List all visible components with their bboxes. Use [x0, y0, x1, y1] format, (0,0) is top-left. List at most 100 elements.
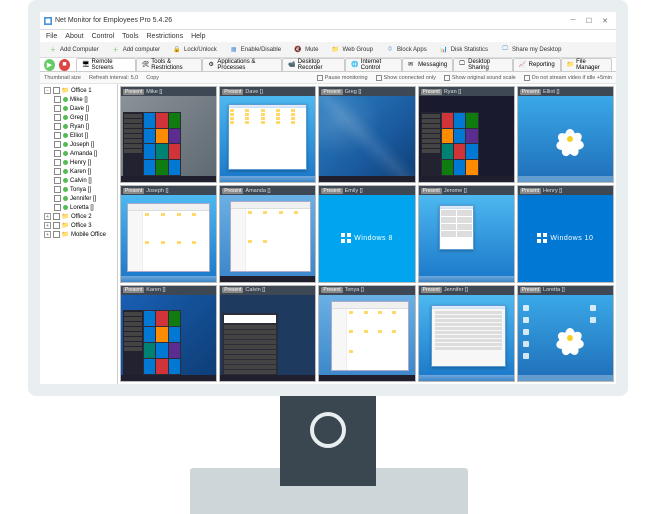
tab-messaging[interactable]: ✉Messaging	[402, 58, 453, 71]
checkbox-icon[interactable]	[53, 222, 60, 229]
checkbox-icon[interactable]	[53, 231, 60, 238]
tree-computer-elliot-[interactable]: Elliot []	[42, 131, 115, 140]
tree-computer-jennifer-[interactable]: Jennifer []	[42, 194, 115, 203]
tree-group-office-3[interactable]: +📁Office 3	[42, 221, 115, 230]
thumbnail-loretta-[interactable]: PresentLoretta []	[517, 285, 614, 382]
checkbox-icon[interactable]	[54, 177, 61, 184]
thumbnail-emily-[interactable]: PresentEmily []Windows 8	[318, 185, 415, 282]
subtoolbar-item[interactable]: Refresh interval: 5,0	[89, 75, 138, 81]
tree-group-office-2[interactable]: +📁Office 2	[42, 212, 115, 221]
toolbar-mute-button[interactable]: 🔇Mute	[289, 43, 322, 57]
toolbar-add-computer-button[interactable]: ＋Add Computer	[44, 43, 103, 57]
presence-badge: Present	[123, 188, 144, 194]
toolbar-block-apps-button[interactable]: ⦸Block Apps	[381, 43, 431, 57]
menu-help[interactable]: Help	[191, 33, 205, 40]
tab-applications-processes[interactable]: ⚙Applications & Processes	[202, 58, 282, 71]
tree-label: Karen []	[70, 169, 91, 175]
toolbar-share-my-desktop-button[interactable]: 🖵Share my Desktop	[496, 43, 565, 57]
tree-computer-joseph-[interactable]: Joseph []	[42, 140, 115, 149]
close-button[interactable]: ✕	[598, 16, 612, 26]
thumbnail-jerome-[interactable]: PresentJerome []	[418, 185, 515, 282]
mute-icon: 🔇	[293, 45, 303, 55]
checkbox-icon[interactable]	[53, 87, 60, 94]
tab-desktop-recorder[interactable]: 📹Desktop Recorder	[282, 58, 345, 71]
thumbnail-dave-[interactable]: PresentDave []	[219, 86, 316, 183]
tab-file-manager[interactable]: 📁File Manager	[561, 58, 612, 71]
thumbnail-calvin-[interactable]: PresentCalvin []	[219, 285, 316, 382]
tree-computer-mike-[interactable]: Mike []	[42, 95, 115, 104]
tree-group-mobile-office[interactable]: +📁Mobile Office	[42, 230, 115, 239]
menu-control[interactable]: Control	[92, 33, 115, 40]
tree-computer-ryan-[interactable]: Ryan []	[42, 122, 115, 131]
tree-computer-henry-[interactable]: Henry []	[42, 158, 115, 167]
tab-reporting[interactable]: 📈Reporting	[513, 58, 561, 71]
tree-computer-karen-[interactable]: Karen []	[42, 167, 115, 176]
checkbox-icon[interactable]	[54, 141, 61, 148]
tab-desktop-sharing[interactable]: 🖵Desktop Sharing	[453, 58, 512, 71]
checkbox-icon[interactable]	[54, 168, 61, 175]
tab-internet-control[interactable]: 🌐Internet Control	[345, 58, 402, 71]
thumbnail-label: PresentCalvin []	[220, 286, 315, 295]
menu-tools[interactable]: Tools	[122, 33, 138, 40]
thumbnail-henry-[interactable]: PresentHenry []Windows 10	[517, 185, 614, 282]
checkbox-icon[interactable]	[54, 105, 61, 112]
thumbnail-screen	[319, 295, 414, 381]
thumbnail-joseph-[interactable]: PresentJoseph []	[120, 185, 217, 282]
tree-computer-loretta-[interactable]: Loretta []	[42, 203, 115, 212]
thumbnail-elliot-[interactable]: PresentElliot []	[517, 86, 614, 183]
checkbox-icon[interactable]	[54, 96, 61, 103]
checkbox-icon[interactable]	[54, 114, 61, 121]
stop-record-button[interactable]: ■	[59, 59, 70, 71]
subtoolbar-item[interactable]: Copy	[146, 75, 159, 81]
expand-icon[interactable]: +	[44, 222, 51, 229]
toolbar-disk-statistics-button[interactable]: 📊Disk Statistics	[435, 43, 492, 57]
tree-group-office-1[interactable]: −📁Office 1	[42, 86, 115, 95]
checkbox-show-original-sound-scale[interactable]: Show original sound scale	[444, 75, 516, 81]
computer-tree-sidebar[interactable]: −📁Office 1Mike []Dave []Greg []Ryan []El…	[40, 84, 118, 384]
thumbnail-user: Dave []	[245, 89, 262, 95]
tab-tools-restrictions[interactable]: 🛠Tools & Restrictions	[136, 58, 203, 71]
expand-icon[interactable]: +	[44, 213, 51, 220]
menu-about[interactable]: About	[65, 33, 83, 40]
tree-computer-greg-[interactable]: Greg []	[42, 113, 115, 122]
expand-icon[interactable]: +	[44, 231, 51, 238]
thumbnail-greg-[interactable]: PresentGreg []	[318, 86, 415, 183]
start-record-button[interactable]: ▶	[44, 59, 55, 71]
tab-remote-screens[interactable]: 🖥Remote Screens	[76, 58, 136, 71]
checkbox-icon[interactable]	[54, 123, 61, 130]
maximize-button[interactable]: ☐	[582, 16, 596, 26]
thumbnail-ryan-[interactable]: PresentRyan []	[418, 86, 515, 183]
checkbox-icon[interactable]	[54, 150, 61, 157]
thumbnail-tonya-[interactable]: PresentTonya []	[318, 285, 415, 382]
toolbar-add-computer-button[interactable]: ＋Add computer	[107, 43, 164, 57]
checkbox-do-not-stream-video-if-idle-min[interactable]: Do not stream video if idle +5min	[524, 75, 612, 81]
checkbox-icon[interactable]	[54, 186, 61, 193]
thumbnail-amanda-[interactable]: PresentAmanda []	[219, 185, 316, 282]
checkbox-icon[interactable]	[54, 132, 61, 139]
toolbar-web-group-button[interactable]: 📁Web Group	[326, 43, 377, 57]
tree-computer-calvin-[interactable]: Calvin []	[42, 176, 115, 185]
checkbox-pause-monitoring[interactable]: Pause monitoring	[317, 75, 368, 81]
checkbox-icon[interactable]	[53, 213, 60, 220]
toolbar-enable-disable-button[interactable]: ▦Enable/Disable	[225, 43, 285, 57]
tree-computer-tonya-[interactable]: Tonya []	[42, 185, 115, 194]
menu-restrictions[interactable]: Restrictions	[147, 33, 184, 40]
checkbox-icon[interactable]	[54, 204, 61, 211]
toolbar-lock-unlock-button[interactable]: 🔒Lock/Unlock	[168, 43, 221, 57]
presence-badge: Present	[520, 188, 541, 194]
tree-computer-dave-[interactable]: Dave []	[42, 104, 115, 113]
tree-computer-amanda-[interactable]: Amanda []	[42, 149, 115, 158]
menu-file[interactable]: File	[46, 33, 57, 40]
checkbox-icon[interactable]	[54, 159, 61, 166]
minimize-button[interactable]: ─	[566, 16, 580, 26]
checkbox-show-connected-only[interactable]: Show connected only	[376, 75, 436, 81]
collapse-icon[interactable]: −	[44, 87, 51, 94]
thumbnail-mike-[interactable]: PresentMike []	[120, 86, 217, 183]
thumbnail-label: PresentRyan []	[419, 87, 514, 96]
checkbox-icon[interactable]	[54, 195, 61, 202]
thumbnail-karen-[interactable]: PresentKaren []	[120, 285, 217, 382]
lock-icon: 🔒	[172, 45, 182, 55]
plus-icon: ＋	[48, 45, 58, 55]
thumbnail-jennifer-[interactable]: PresentJennifer []	[418, 285, 515, 382]
subtoolbar-item[interactable]: Thumbnail size	[44, 75, 81, 81]
